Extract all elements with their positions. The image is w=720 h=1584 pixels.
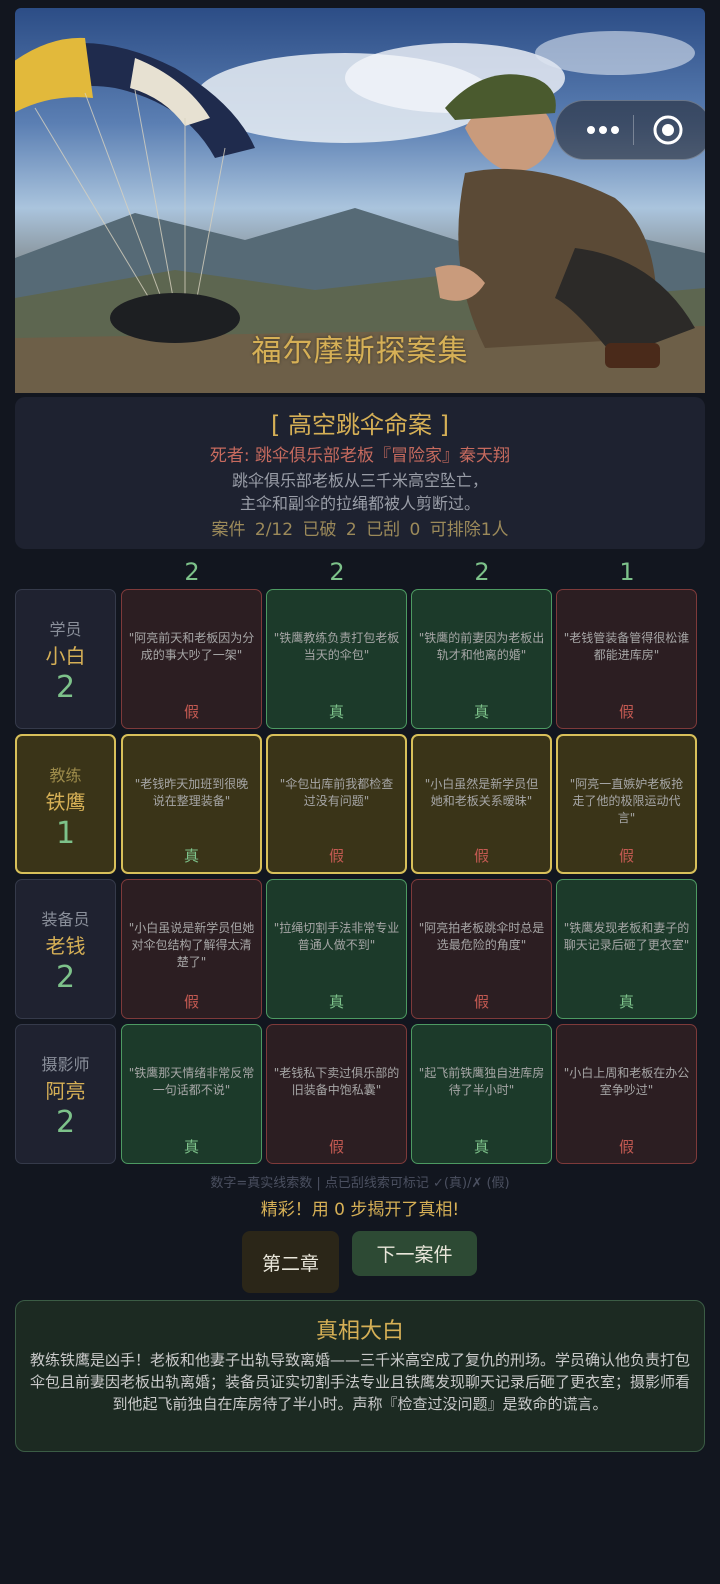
column-true-count: 2 — [184, 558, 200, 586]
case-title: [ 高空跳伞命案 ] — [271, 411, 449, 439]
suspect-card-aliang[interactable]: 摄影师 阿亮 2 — [15, 1024, 116, 1164]
victim-line: 死者: 跳伞俱乐部老板『冒险家』秦天翔 — [209, 446, 511, 466]
clue-text: "铁鹰那天情绪非常反常一句话都不说" — [128, 1066, 255, 1097]
column-true-count: 2 — [474, 558, 490, 586]
clue-card[interactable]: "老钱私下卖过俱乐部的旧装备中饱私囊" 假 — [266, 1024, 407, 1164]
suspect-card-xiaobai[interactable]: 学员 小白 2 — [15, 589, 116, 729]
clue-card[interactable]: "小白上周和老板在办公室争吵过" 假 — [556, 1024, 697, 1164]
clue-verdict: 假 — [473, 847, 489, 865]
case-description-line-2: 主伞和副伞的拉绳都被人剪断过。 — [239, 494, 480, 513]
clue-verdict: 真 — [473, 703, 489, 721]
clue-verdict: 真 — [183, 1138, 199, 1156]
clue-verdict: 假 — [328, 1138, 344, 1156]
column-true-count: 2 — [329, 558, 345, 586]
clue-card[interactable]: "拉绳切割手法非常专业普通人做不到" 真 — [266, 879, 407, 1019]
suspect-role: 摄影师 — [41, 1055, 90, 1074]
clue-text: "伞包出库前我都检查过没有问题" — [279, 777, 394, 808]
clue-card[interactable]: "铁鹰发现老板和妻子的聊天记录后砸了更衣室" 真 — [556, 879, 697, 1019]
column-true-count: 1 — [619, 558, 635, 586]
clue-card[interactable]: "铁鹰那天情绪非常反常一句话都不说" 真 — [121, 1024, 262, 1164]
clue-verdict: 假 — [618, 1138, 634, 1156]
clue-text: "起飞前铁鹰独自进库房待了半小时" — [418, 1066, 545, 1097]
clue-verdict: 假 — [618, 847, 634, 865]
clue-text: "铁鹰发现老板和妻子的聊天记录后砸了更衣室" — [563, 921, 690, 952]
suspect-name: 阿亮 — [45, 1079, 86, 1103]
case-stats: 案件 2/12 已破 2 已刮 0 可排除1人 — [211, 520, 509, 540]
clue-verdict: 假 — [618, 703, 634, 721]
clue-text: "小白虽然是新学员但她和老板关系暧昧" — [424, 777, 539, 808]
clue-verdict: 假 — [183, 703, 199, 721]
banner-title: 福尔摩斯探案集 — [251, 334, 469, 369]
clue-text: "阿亮拍老板跳伞时总是选最危险的角度" — [418, 921, 545, 952]
case-description-line-1: 跳伞俱乐部老板从三千米高空坠亡， — [231, 471, 488, 490]
suspect-true-count: 2 — [55, 1105, 76, 1140]
next-case-button[interactable]: 下一案件 — [352, 1231, 477, 1276]
truth-title: 真相大白 — [315, 1319, 404, 1344]
suspect-true-count: 2 — [55, 670, 76, 705]
clue-verdict: 真 — [618, 993, 634, 1011]
suspect-role: 教练 — [49, 766, 82, 785]
clue-card[interactable]: "铁鹰教练负责打包老板当天的伞包" 真 — [266, 589, 407, 729]
clue-card[interactable]: "小白虽然是新学员但她和老板关系暧昧" 假 — [411, 734, 552, 874]
clue-text: "铁鹰教练负责打包老板当天的伞包" — [273, 631, 400, 662]
truth-reveal-panel: 真相大白 教练铁鹰是凶手！老板和他妻子出轨导致离婚——三千米高空成了复仇的刑场。… — [15, 1300, 705, 1452]
clue-card[interactable]: "阿亮前天和老板因为分成的事大吵了一架" 假 — [121, 589, 262, 729]
more-icon[interactable] — [574, 101, 632, 159]
clue-card[interactable]: "老钱昨天加班到很晚说在整理装备" 真 — [121, 734, 262, 874]
clue-card[interactable]: "伞包出库前我都检查过没有问题" 假 — [266, 734, 407, 874]
suspect-card-laoqian[interactable]: 装备员 老钱 2 — [15, 879, 116, 1019]
suspect-name: 铁鹰 — [45, 790, 86, 814]
chapter-button[interactable]: 第二章 — [242, 1231, 339, 1293]
clue-verdict: 真 — [183, 847, 199, 865]
clue-text: "老钱管装备管得很松谁都能进库房" — [563, 631, 690, 662]
capsule-divider — [633, 115, 634, 145]
suspect-card-tieying[interactable]: 教练 铁鹰 1 — [15, 734, 116, 874]
clue-text: "阿亮一直嫉妒老板抢走了他的极限运动代言" — [569, 777, 684, 825]
clue-verdict: 真 — [328, 703, 344, 721]
clue-card[interactable]: "老钱管装备管得很松谁都能进库房" 假 — [556, 589, 697, 729]
suspect-role: 学员 — [49, 620, 82, 639]
clue-card[interactable]: "小白虽说是新学员但她对伞包结构了解得太清楚了" 假 — [121, 879, 262, 1019]
clue-text: "铁鹰的前妻因为老板出轨才和他离的婚" — [418, 631, 545, 662]
clue-verdict: 假 — [183, 993, 199, 1011]
case-banner-image: 福尔摩斯探案集 — [15, 8, 705, 393]
mini-program-capsule — [555, 100, 705, 160]
clue-text: "小白上周和老板在办公室争吵过" — [563, 1066, 690, 1097]
clue-card[interactable]: "铁鹰的前妻因为老板出轨才和他离的婚" 真 — [411, 589, 552, 729]
close-target-icon[interactable] — [652, 114, 684, 146]
clue-card[interactable]: "阿亮一直嫉妒老板抢走了他的极限运动代言" 假 — [556, 734, 697, 874]
legend-text: 数字=真实线索数 | 点已刮线索可标记 ✓(真)/✗ (假) — [210, 1176, 510, 1191]
clue-text: "阿亮前天和老板因为分成的事大吵了一架" — [128, 631, 255, 662]
clue-verdict: 真 — [473, 1138, 489, 1156]
clue-verdict: 假 — [473, 993, 489, 1011]
clue-card[interactable]: "起飞前铁鹰独自进库房待了半小时" 真 — [411, 1024, 552, 1164]
case-info-card: [ 高空跳伞命案 ] 死者: 跳伞俱乐部老板『冒险家』秦天翔 跳伞俱乐部老板从三… — [15, 397, 705, 549]
truth-text: 教练铁鹰是凶手！老板和他妻子出轨导致离婚——三千米高空成了复仇的刑场。学员确认他… — [29, 1351, 690, 1413]
clue-text: "老钱昨天加班到很晚说在整理装备" — [134, 777, 249, 808]
suspect-role: 装备员 — [41, 910, 90, 929]
suspect-true-count: 2 — [55, 960, 76, 995]
suspect-true-count: 1 — [55, 816, 76, 851]
clue-text: "拉绳切割手法非常专业普通人做不到" — [273, 921, 400, 952]
clue-verdict: 真 — [328, 993, 344, 1011]
success-message: 精彩！用 0 步揭开了真相! — [260, 1200, 460, 1220]
suspect-name: 老钱 — [45, 934, 86, 958]
clue-card[interactable]: "阿亮拍老板跳伞时总是选最危险的角度" 假 — [411, 879, 552, 1019]
clue-text: "小白虽说是新学员但她对伞包结构了解得太清楚了" — [128, 921, 255, 969]
clue-verdict: 假 — [328, 847, 344, 865]
suspect-name: 小白 — [45, 644, 86, 668]
clue-text: "老钱私下卖过俱乐部的旧装备中饱私囊" — [273, 1066, 400, 1097]
